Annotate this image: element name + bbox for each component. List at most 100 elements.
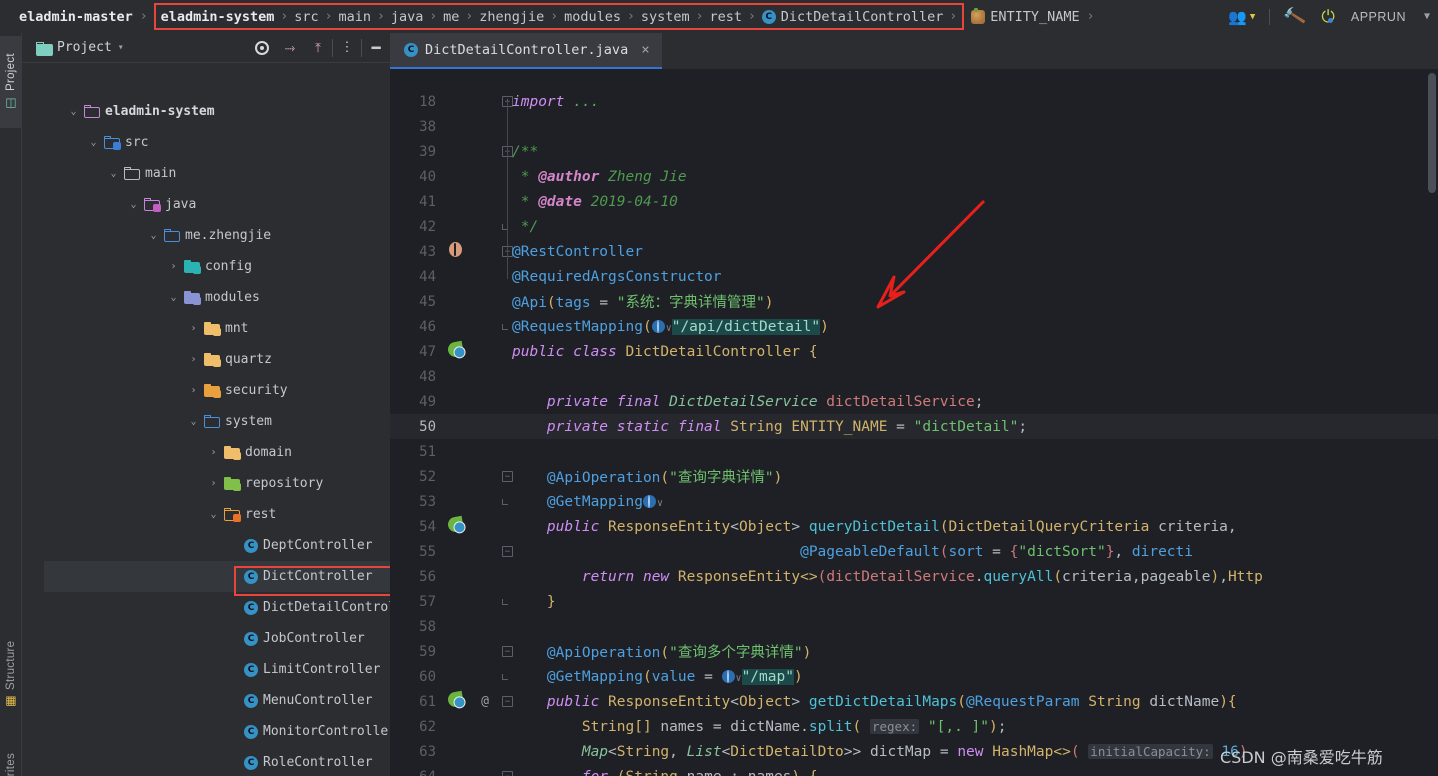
code-line[interactable]: 39−/** — [390, 139, 1438, 164]
code-line[interactable]: 46 @RequestMapping(∨"/api/dictDetail") — [390, 314, 1438, 339]
tree-item-config[interactable]: › config — [44, 251, 404, 282]
breadcrumb-item-eladmin-system[interactable]: eladmin-system — [158, 9, 278, 25]
tree-item-eladmin-system[interactable]: ⌄ eladmin-system — [44, 96, 404, 127]
project-panel-title[interactable]: Project ▾ — [36, 40, 124, 56]
breadcrumb-item-java[interactable]: java — [388, 9, 427, 25]
power-button[interactable]: ⏻ — [1313, 0, 1342, 33]
tree-item-mnt[interactable]: › mnt — [44, 313, 404, 344]
chevron-right-icon[interactable]: › — [208, 447, 219, 458]
breadcrumb-item-entity-name[interactable]: ENTITY_NAME — [968, 7, 1082, 25]
chevron-down-icon[interactable]: ⌄ — [188, 416, 199, 427]
bean-icon[interactable] — [446, 242, 464, 261]
code-line[interactable]: 48 — [390, 364, 1438, 389]
chevron-right-icon[interactable]: › — [208, 478, 219, 489]
tree-item-src[interactable]: ⌄ src — [44, 127, 404, 158]
chevron-right-icon[interactable]: › — [188, 354, 199, 365]
sidebar-tab-project[interactable]: ◫ Project — [0, 36, 22, 128]
chevron-down-icon[interactable]: ⌄ — [68, 106, 79, 117]
project-tree[interactable]: ⌄ eladmin-system ⌄ src ⌄ main ⌄ java ⌄ me.zhengji… — [44, 96, 404, 776]
code-line[interactable]: 54 public ResponseEntity<Object> queryDi… — [390, 514, 1438, 539]
annotation-gutter-marker[interactable]: @ — [476, 694, 494, 709]
breadcrumb-item-main[interactable]: main — [335, 9, 374, 25]
web-url-icon[interactable] — [642, 494, 656, 508]
code-line[interactable]: 61 @ − public ResponseEntity<Object> getDi… — [390, 689, 1438, 714]
code-line[interactable]: 51 — [390, 439, 1438, 464]
tree-item-main[interactable]: ⌄ main — [44, 158, 404, 189]
chevron-down-icon[interactable]: ∨ — [666, 323, 672, 334]
chevron-right-icon[interactable]: › — [188, 385, 199, 396]
code-line[interactable]: 55− @PageableDefault(sort = {"dictSort"}… — [390, 539, 1438, 564]
build-button[interactable]: 🔨 — [1276, 0, 1313, 33]
chevron-down-icon[interactable]: ⌄ — [88, 137, 99, 148]
collapse-all-button[interactable]: ⤒ — [304, 33, 332, 63]
chevron-down-icon[interactable]: ▼ — [1424, 11, 1430, 22]
tree-item-java[interactable]: ⌄ java — [44, 189, 404, 220]
code-line[interactable]: 47 public class DictDetailController { — [390, 339, 1438, 364]
chevron-right-icon[interactable]: › — [188, 323, 199, 334]
code-fold-toggle[interactable] — [502, 323, 508, 330]
editor-scrollbar[interactable] — [1428, 73, 1436, 193]
run-configuration-selector[interactable]: APPRUN — [1343, 0, 1414, 33]
code-line[interactable]: 44 @RequiredArgsConstructor — [390, 264, 1438, 289]
spring-endpoint-icon[interactable] — [446, 690, 464, 711]
code-line[interactable]: 58 — [390, 614, 1438, 639]
breadcrumb-item-zhengjie[interactable]: zhengjie — [476, 9, 547, 25]
web-url-icon[interactable] — [651, 319, 665, 333]
code-line[interactable]: 60 @GetMapping(value = ∨"/map") — [390, 664, 1438, 689]
code-line[interactable]: 42 */ — [390, 214, 1438, 239]
code-line[interactable]: 45 @Api(tags = "系统：字典详情管理") — [390, 289, 1438, 314]
chevron-down-icon[interactable]: ⌄ — [128, 199, 139, 210]
tree-item-menucontroller[interactable]: C MenuController — [44, 685, 404, 716]
breadcrumb-item-system[interactable]: system — [638, 9, 693, 25]
hide-panel-button[interactable]: ━ — [362, 33, 390, 63]
tree-item-security[interactable]: › security — [44, 375, 404, 406]
locate-in-tree-button[interactable] — [248, 33, 276, 63]
chevron-down-icon[interactable]: ⌄ — [108, 168, 119, 179]
tree-item-repository[interactable]: › repository — [44, 468, 404, 499]
breadcrumb-item-src[interactable]: src — [291, 9, 321, 25]
chevron-down-icon[interactable]: ⌄ — [208, 509, 219, 520]
code-line[interactable]: 53 @GetMapping ∨ — [390, 489, 1438, 514]
code-line[interactable]: 57 } — [390, 589, 1438, 614]
tree-item-deptcontroller[interactable]: C DeptController — [44, 530, 404, 561]
code-line[interactable]: 43−@RestController — [390, 239, 1438, 264]
panel-options-button[interactable]: ⋮ — [333, 33, 361, 63]
breadcrumb-item-dictdetailcontroller[interactable]: C DictDetailController — [759, 9, 947, 25]
code-line[interactable]: 52− @ApiOperation("查询字典详情") — [390, 464, 1438, 489]
breadcrumb-item-modules[interactable]: modules — [561, 9, 624, 25]
code-line[interactable]: 62 String[] names = dictName.split( rege… — [390, 714, 1438, 739]
chevron-down-icon[interactable]: ∨ — [657, 498, 663, 509]
code-line[interactable]: 40 * @author Zheng Jie — [390, 164, 1438, 189]
code-line[interactable]: 49 private final DictDetailService dictD… — [390, 389, 1438, 414]
chevron-down-icon[interactable]: ⌄ — [168, 292, 179, 303]
code-line[interactable]: 56 return new ResponseEntity<>(dictDetai… — [390, 564, 1438, 589]
tree-item-system[interactable]: ⌄ system — [44, 406, 404, 437]
breadcrumb-item-rest[interactable]: rest — [706, 9, 745, 25]
sidebar-tab-structure[interactable]: ▦ Structure — [0, 625, 22, 725]
spring-endpoint-icon[interactable] — [446, 340, 464, 361]
code-line[interactable]: 59− @ApiOperation("查询多个字典详情") — [390, 639, 1438, 664]
code-fold-toggle[interactable] — [502, 598, 508, 605]
code-fold-toggle[interactable] — [502, 673, 508, 680]
tree-item-dictcontroller[interactable]: C DictController — [44, 561, 404, 592]
spring-endpoint-icon[interactable] — [446, 515, 464, 536]
code-fold-toggle[interactable] — [502, 498, 508, 505]
people-button[interactable]: 👥 ▼ — [1220, 0, 1263, 33]
tree-item-monitorcontroller[interactable]: C MonitorController — [44, 716, 404, 747]
breadcrumb-item-me[interactable]: me — [440, 9, 462, 25]
tree-item-jobcontroller[interactable]: C JobController — [44, 623, 404, 654]
chevron-right-icon[interactable]: › — [168, 261, 179, 272]
tree-item-quartz[interactable]: › quartz — [44, 344, 404, 375]
tree-item-rolecontroller[interactable]: C RoleController — [44, 747, 404, 776]
chevron-down-icon[interactable]: ∨ — [736, 673, 742, 684]
code-line[interactable]: 41 * @date 2019-04-10 — [390, 189, 1438, 214]
expand-all-button[interactable]: ⤑ — [276, 33, 304, 63]
tree-item-modules[interactable]: ⌄ modules — [44, 282, 404, 313]
code-editor[interactable]: 18+import ...3839−/**40 * @author Zheng … — [390, 69, 1438, 776]
chevron-down-icon[interactable]: ▾ — [118, 42, 124, 53]
breadcrumb-item-eladmin-master[interactable]: eladmin-master — [16, 9, 136, 25]
code-line[interactable]: 18+import ... — [390, 89, 1438, 114]
web-url-icon[interactable] — [721, 669, 735, 683]
chevron-down-icon[interactable]: ⌄ — [148, 230, 159, 241]
sidebar-tab-favorites[interactable]: Favorites — [0, 733, 22, 776]
